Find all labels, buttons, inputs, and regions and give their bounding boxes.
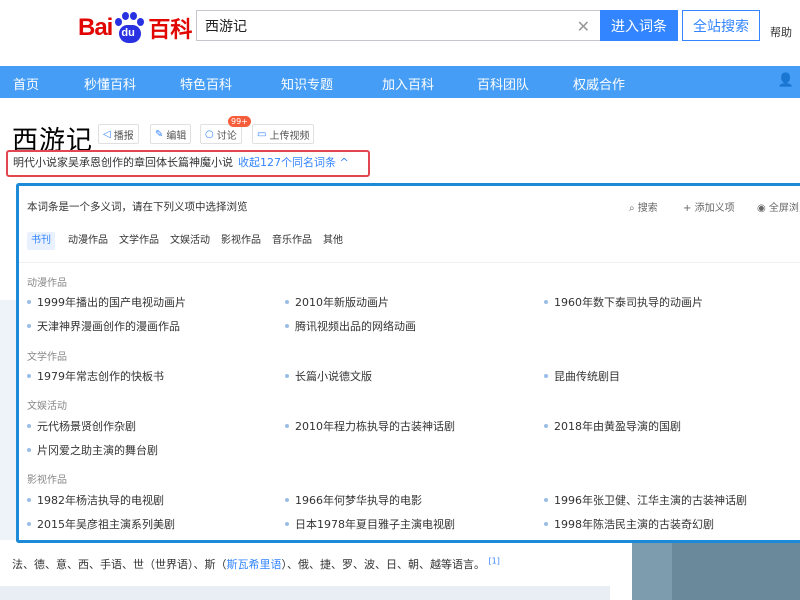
eye-icon: ◉ [757,203,766,214]
add-sense-label: 添加义项 [694,203,735,214]
chat-bubble-icon: ○ [205,128,214,140]
polysemy-tabs: 书刊 动漫作品 文学作品 文娱活动 影视作品 音乐作品 其他 [27,232,354,250]
logo-bai: Bai [78,14,113,41]
paw-icon: du [113,12,145,44]
discuss-button[interactable]: ○ 讨论 [200,124,242,144]
list-item[interactable]: 1998年陈浩民主演的古装奇幻剧 [544,516,714,532]
nav-item-authority[interactable]: 权威合作 [573,74,625,93]
collapse-homonyms-link[interactable]: 收起127个同名词条 ^ [238,154,349,170]
tab-film-tv[interactable]: 影视作品 [221,232,261,250]
main-nav: 首页 秒懂百科 特色百科 知识专题 加入百科 百科团队 权威合作 👤 [0,66,800,98]
article-text: 法、德、意、西、手语、世（世界语）、斯（斯瓦希里语）、俄、捷、罗、波、日、朝、越… [12,556,500,571]
list-item[interactable]: 日本1978年夏目雅子主演电视剧 [285,516,455,532]
swahili-link[interactable]: 斯瓦希里语 [227,558,282,571]
list-item[interactable]: 1966年何梦华执导的电影 [285,492,422,508]
list-item[interactable]: 元代杨景贤创作杂剧 [27,418,136,434]
list-item[interactable]: 2018年由黄盈导演的国剧 [544,418,681,434]
pencil-icon: ✎ [155,128,164,140]
nav-item-miaodong[interactable]: 秒懂百科 [84,74,136,93]
upload-video-button[interactable]: ▭ 上传视频 [252,124,315,144]
fullscreen-label: 全屏浏览 [768,203,800,214]
fullscreen-button[interactable]: ◉ 全屏浏览 [757,199,800,214]
tab-books[interactable]: 书刊 [27,232,55,250]
nav-item-join[interactable]: 加入百科 [382,74,434,93]
list-item[interactable]: 2010年新版动画片 [285,294,389,310]
category-title: 文娱活动 [27,401,67,412]
nav-item-team[interactable]: 百科团队 [477,74,529,93]
edit-label: 编辑 [166,130,187,142]
list-item[interactable]: 1982年杨洁执导的电视剧 [27,492,164,508]
article-image [0,586,610,600]
user-icon[interactable]: 👤 [778,73,794,88]
tab-music[interactable]: 音乐作品 [272,232,312,250]
polysemy-search-button[interactable]: ⌕ 搜索 [629,199,658,214]
broadcast-label: 播报 [113,130,134,142]
tab-literature[interactable]: 文学作品 [119,232,159,250]
baidu-baike-logo[interactable]: Bai du 百科 [78,6,192,50]
logo-baike: 百科 [148,18,193,43]
list-item[interactable]: 昆曲传统剧目 [544,368,620,384]
broadcast-button[interactable]: ◁ 播报 [98,124,139,144]
clear-icon[interactable]: ✕ [577,17,590,36]
help-link[interactable]: 帮助 [770,24,792,40]
tab-animation[interactable]: 动漫作品 [68,232,108,250]
reference-link[interactable]: [1] [489,556,500,565]
tab-other[interactable]: 其他 [323,232,343,250]
nav-item-topics[interactable]: 知识专题 [281,74,333,93]
site-search-button[interactable]: 全站搜索 [682,10,760,41]
category-title: 动漫作品 [27,278,67,289]
nav-item-home[interactable]: 首页 [13,74,39,93]
polysemy-intro: 本词条是一个多义词，请在下列义项中选择浏览 [27,201,248,213]
polysemy-search-label: 搜索 [637,203,658,214]
list-item[interactable]: 片冈爱之助主演的舞台剧 [27,442,158,458]
list-item[interactable]: 腾讯视频出品的网络动画 [285,318,416,334]
category-title: 影视作品 [27,475,67,486]
speaker-icon: ◁ [103,128,111,140]
search-icon: ⌕ [629,203,635,214]
logo-du: du [121,27,135,39]
add-sense-button[interactable]: + 添加义项 [683,199,735,214]
plus-icon: + [683,203,692,214]
video-icon: ▭ [257,128,267,140]
tab-entertainment[interactable]: 文娱活动 [170,232,210,250]
list-item[interactable]: 1960年数下泰司执导的动画片 [544,294,703,310]
discuss-label: 讨论 [216,130,237,142]
polysemy-panel: 本词条是一个多义词，请在下列义项中选择浏览 ⌕ 搜索 + 添加义项 ◉ 全屏浏览… [16,183,800,543]
sidebar-image-shade [632,543,672,600]
category-title: 文学作品 [27,352,67,363]
list-item[interactable]: 长篇小说德文版 [285,368,372,384]
list-item[interactable]: 2015年吴彦祖主演系列美剧 [27,516,175,532]
entry-subtitle: 明代小说家吴承恩创作的章回体长篇神魔小说 [13,156,233,169]
list-item[interactable]: 1999年播出的国产电视动画片 [27,294,186,310]
list-item[interactable]: 天津神界漫画创作的漫画作品 [27,318,180,334]
background-image [0,300,16,540]
search-box: ✕ [196,10,600,41]
nav-item-featured[interactable]: 特色百科 [180,74,232,93]
edit-button[interactable]: ✎ 编辑 [150,124,192,144]
discuss-count-badge: 99+ [228,116,251,127]
list-item[interactable]: 2010年程力栋执导的古装神话剧 [285,418,455,434]
enter-entry-button[interactable]: 进入词条 [600,10,678,41]
list-item[interactable]: 1996年张卫健、江华主演的古装神话剧 [544,492,747,508]
upload-label: 上传视频 [269,130,310,142]
list-item[interactable]: 1979年常志创作的快板书 [27,368,164,384]
header: Bai du 百科 ✕ 进入词条 全站搜索 帮助 [0,0,800,66]
divider [19,262,800,263]
search-input[interactable] [197,11,557,40]
